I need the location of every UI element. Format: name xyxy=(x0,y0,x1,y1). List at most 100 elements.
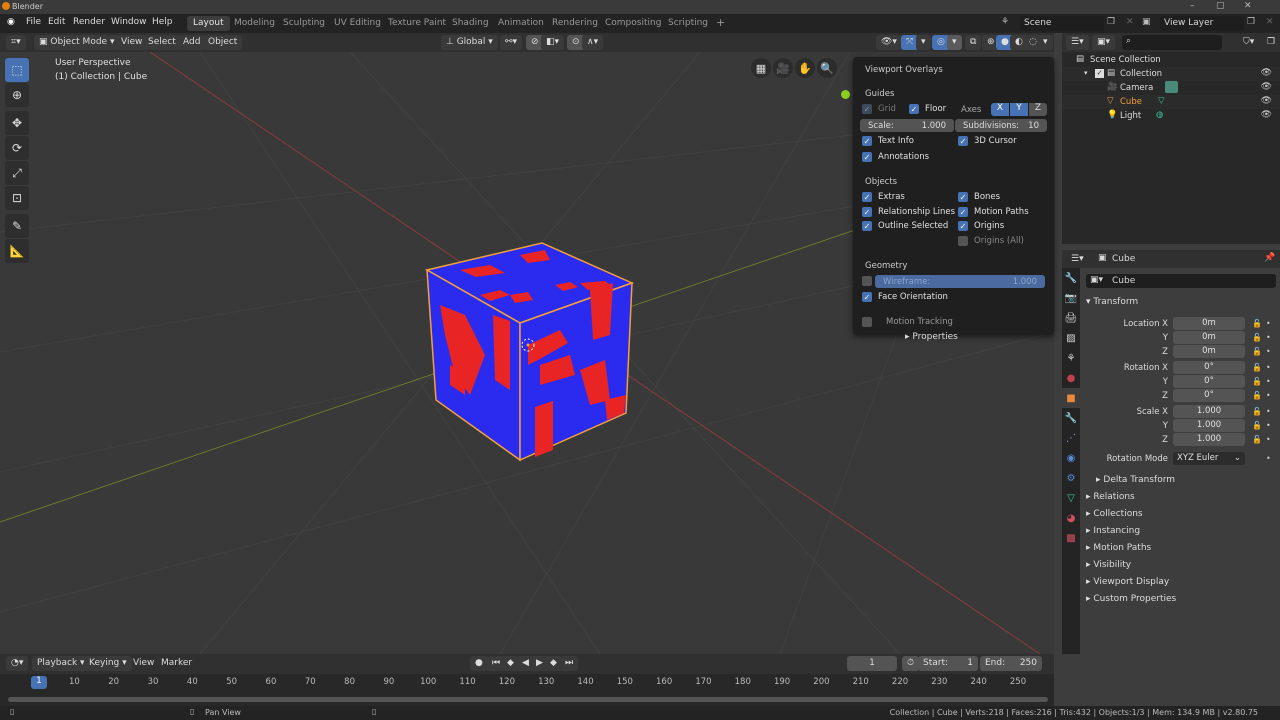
3d-cursor-checkbox[interactable]: ✓ 3D Cursor xyxy=(958,136,1017,146)
visibility-eye-icon[interactable]: 👁 xyxy=(1261,110,1272,120)
outliner-row-collection[interactable]: ▾ ✓ ▤ Collection 👁 xyxy=(1062,67,1280,81)
scene-tab-icon[interactable]: ⚘ xyxy=(1062,348,1080,368)
location-x-field[interactable]: 0m xyxy=(1173,317,1245,330)
material-tab-icon[interactable]: ◕ xyxy=(1062,508,1080,528)
scale-tool[interactable]: ⤢ xyxy=(5,161,29,185)
preview-range-icon[interactable]: ⏱ xyxy=(902,656,920,671)
tab-animation[interactable]: Animation xyxy=(492,16,550,31)
close-button[interactable]: ✕ xyxy=(1244,1,1252,11)
menu-edit[interactable]: Edit xyxy=(48,17,65,27)
subdivisions-field[interactable]: Subdivisions: 10 xyxy=(955,119,1047,132)
properties-editor-type[interactable]: ☰▾ xyxy=(1066,252,1089,267)
texture-tab-icon[interactable]: ▩ xyxy=(1062,528,1080,548)
scale-y-field[interactable]: 1.000 xyxy=(1173,419,1245,432)
axis-y-toggle[interactable]: Y xyxy=(1010,103,1028,116)
wireframe-field[interactable]: Wireframe: 1.000 xyxy=(875,275,1045,288)
output-tab-icon[interactable]: 🖨 xyxy=(1062,308,1080,328)
origins-checkbox[interactable]: ✓ Origins xyxy=(958,221,1004,231)
filter-icon[interactable]: ⛉▾ xyxy=(1238,35,1259,50)
rotation-y-field[interactable]: 0° xyxy=(1173,375,1245,388)
exclude-checkbox[interactable]: ✓ xyxy=(1095,69,1104,78)
outline-selected-checkbox[interactable]: ✓ Outline Selected xyxy=(862,221,948,231)
tab-scripting[interactable]: Scripting xyxy=(662,16,714,31)
scene-field[interactable]: Scene xyxy=(1020,16,1104,31)
render-tab-icon[interactable]: 📷 xyxy=(1062,288,1080,308)
keyframe-dot-icon[interactable]: • xyxy=(1266,333,1271,342)
keyframe-dot-icon[interactable]: • xyxy=(1266,347,1271,356)
tab-compositing[interactable]: Compositing xyxy=(599,16,667,31)
custom-properties-panel[interactable]: ▸ Custom Properties xyxy=(1086,594,1176,604)
outliner-search-input[interactable]: ⌕ xyxy=(1122,35,1222,50)
lock-icon[interactable]: 🔓 xyxy=(1252,407,1262,416)
light-data-icon[interactable]: ◍ xyxy=(1156,110,1163,120)
outliner-row-cube[interactable]: ▽ Cube ▽ 👁 xyxy=(1062,95,1280,109)
timeline-editor-type[interactable]: ◔▾ xyxy=(6,656,29,671)
tab-sculpting[interactable]: Sculpting xyxy=(277,16,331,31)
text-info-checkbox[interactable]: ✓ Text Info xyxy=(862,136,914,146)
outliner-row-light[interactable]: 💡 Light ◍ 👁 xyxy=(1062,109,1280,123)
mode-selector[interactable]: ▣ Object Mode ▾ xyxy=(34,35,120,50)
relations-panel[interactable]: ▸ Relations xyxy=(1086,492,1135,502)
location-y-field[interactable]: 0m xyxy=(1173,331,1245,344)
instancing-panel[interactable]: ▸ Instancing xyxy=(1086,526,1140,536)
modifier-tab-icon[interactable]: 🔧 xyxy=(1062,408,1080,428)
visibility-eye-icon[interactable]: 👁 xyxy=(1261,96,1272,106)
timeline-scrollbar[interactable] xyxy=(8,697,1048,702)
expand-arrow-icon[interactable]: ▾ xyxy=(1084,69,1088,77)
keying-menu[interactable]: Keying ▾ xyxy=(84,656,132,671)
sidebar-properties-panel[interactable]: ▸ Properties xyxy=(905,332,958,342)
scale-z-field[interactable]: 1.000 xyxy=(1173,433,1245,446)
lock-icon[interactable]: 🔓 xyxy=(1252,377,1262,386)
move-tool[interactable]: ✥ xyxy=(5,111,29,135)
physics-tab-icon[interactable]: ◉ xyxy=(1062,448,1080,468)
playback-menu[interactable]: Playback ▾ xyxy=(32,656,90,671)
blender-menu-icon[interactable]: ◉ xyxy=(7,17,15,27)
tab-shading[interactable]: Shading xyxy=(446,16,495,31)
new-view-layer-icon[interactable]: ❐ xyxy=(1247,17,1255,27)
motion-tracking-checkbox[interactable]: Motion Tracking xyxy=(862,317,953,327)
toggle-ortho-icon[interactable]: ▦ xyxy=(751,58,771,78)
editor-type-button[interactable]: ⌗▾ xyxy=(6,35,26,50)
viewport-display-panel[interactable]: ▸ Viewport Display xyxy=(1086,577,1169,587)
scene-selector-icon[interactable]: ⚘ xyxy=(1001,17,1009,27)
particles-tab-icon[interactable]: ⋰ xyxy=(1062,428,1080,448)
tab-layout[interactable]: Layout xyxy=(187,16,230,31)
lock-icon[interactable]: 🔓 xyxy=(1252,319,1262,328)
camera-view-icon[interactable]: 🎥 xyxy=(773,58,793,78)
keyframe-dot-icon[interactable]: • xyxy=(1266,363,1271,372)
scale-x-field[interactable]: 1.000 xyxy=(1173,405,1245,418)
annotate-tool[interactable]: ✎ xyxy=(5,214,29,238)
visibility-eye-icon[interactable]: 👁 xyxy=(1261,68,1272,78)
mesh-data-icon[interactable]: ▽ xyxy=(1158,96,1165,106)
keyframe-dot-icon[interactable]: • xyxy=(1266,435,1271,444)
xray-toggle[interactable]: ⧉ xyxy=(965,35,982,50)
camera-data-icon[interactable] xyxy=(1165,81,1178,93)
gizmo-dropdown[interactable]: ▾ xyxy=(916,35,931,50)
lock-icon[interactable]: 🔓 xyxy=(1252,421,1262,430)
face-orientation-checkbox[interactable]: ✓ Face Orientation xyxy=(862,292,948,302)
floor-checkbox[interactable]: ✓ Floor xyxy=(909,104,946,114)
pin-icon[interactable]: 📌 xyxy=(1264,253,1275,263)
rotation-z-field[interactable]: 0° xyxy=(1173,389,1245,402)
outliner-row-camera[interactable]: 🎥 Camera 👁 xyxy=(1062,81,1280,95)
orientation-selector[interactable]: ⊥ Global ▾ xyxy=(441,35,498,50)
menu-select[interactable]: Select xyxy=(143,35,181,50)
marker-menu[interactable]: Marker xyxy=(156,656,197,671)
keyframe-dot-icon[interactable]: • xyxy=(1266,319,1271,328)
extras-checkbox[interactable]: ✓ Extras xyxy=(862,192,905,202)
view-layer-tab-icon[interactable]: ▨ xyxy=(1062,328,1080,348)
lock-icon[interactable]: 🔓 xyxy=(1252,333,1262,342)
visibility-selector[interactable]: 👁▾ xyxy=(876,35,902,50)
jump-end-button[interactable]: ⏭ xyxy=(560,656,579,671)
constraints-tab-icon[interactable]: ⚙ xyxy=(1062,468,1080,488)
lock-icon[interactable]: 🔓 xyxy=(1252,435,1262,444)
overlays-dropdown[interactable]: ▾ xyxy=(947,35,962,50)
rotation-mode-dropdown[interactable]: XYZ Euler ⌄ xyxy=(1173,452,1245,465)
minimize-button[interactable]: – xyxy=(1190,1,1195,11)
menu-add[interactable]: Add xyxy=(178,35,206,50)
collections-panel[interactable]: ▸ Collections xyxy=(1086,509,1143,519)
new-collection-icon[interactable]: ❐ xyxy=(1262,35,1280,50)
keyframe-dot-icon[interactable]: • xyxy=(1266,377,1271,386)
record-button[interactable]: ● xyxy=(470,656,488,671)
cube-object[interactable] xyxy=(410,235,650,470)
